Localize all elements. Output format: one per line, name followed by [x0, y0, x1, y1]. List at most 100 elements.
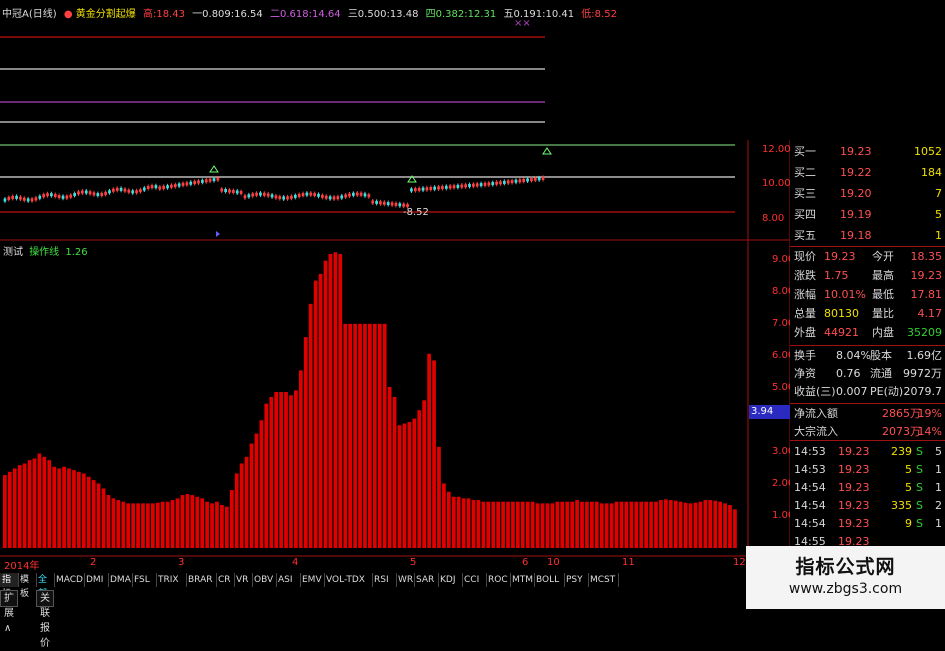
- candle-body: [278, 196, 282, 200]
- tick-row: 14:54 19.23 5 S 1: [790, 479, 945, 497]
- indicator-bar: [683, 502, 688, 548]
- candle-body: [518, 179, 522, 183]
- indicator-bar: [496, 501, 501, 548]
- fundamentals-row: 换手 8.04% 股本 1.69亿: [790, 347, 945, 365]
- indicator-tab[interactable]: ROC: [486, 573, 511, 587]
- indicator-bar: [358, 323, 362, 548]
- indicator-tab[interactable]: ASI: [276, 573, 301, 587]
- tick-price: 19.23: [838, 499, 870, 512]
- candle-body: [266, 193, 270, 197]
- candle-body: [452, 185, 456, 189]
- high-label: 高:: [142, 9, 157, 20]
- low-label: 低:: [581, 9, 595, 20]
- fundamentals-label: 股本: [870, 349, 892, 362]
- order-book-row[interactable]: 买一 19.23 1052: [790, 143, 945, 161]
- candle-body: [437, 186, 440, 190]
- indicator-bar: [402, 423, 407, 548]
- candle-body: [526, 178, 529, 182]
- indicator-bar: [417, 410, 422, 548]
- indicator-bar: [338, 254, 343, 548]
- indicator-bar: [609, 503, 614, 549]
- expand-button[interactable]: 扩展∧: [0, 590, 18, 634]
- indicator-tab[interactable]: MACD: [54, 573, 85, 587]
- indicator-tab[interactable]: BOLL: [534, 573, 565, 587]
- tick-price: 19.23: [838, 517, 870, 530]
- candle-body: [522, 178, 526, 182]
- indicator-tab[interactable]: TRIX: [156, 573, 187, 587]
- indicator-tab[interactable]: BRAR: [186, 573, 217, 587]
- indicator-bar: [131, 503, 135, 549]
- capital-flow-label: 大宗流入: [794, 425, 838, 438]
- quote-label: 涨幅: [794, 288, 816, 301]
- quote-value: 19.23: [910, 269, 943, 282]
- indicator-bar: [62, 466, 66, 548]
- indicator-bar: [308, 303, 313, 549]
- indicator-tab[interactable]: MCST: [588, 573, 619, 587]
- indicator-bar: [259, 420, 264, 548]
- candle-body: [216, 177, 220, 181]
- order-book-row[interactable]: 买三 19.20 7: [790, 185, 945, 203]
- indicator-tab[interactable]: CR: [216, 573, 235, 587]
- indicator-tab[interactable]: CCI: [462, 573, 487, 587]
- candle-body: [282, 196, 286, 200]
- indicator-bar: [649, 501, 653, 548]
- fundamentals-label: 换手: [794, 349, 816, 362]
- indicator-tab[interactable]: 模板: [18, 573, 37, 599]
- fundamentals-label: PE(动): [870, 385, 904, 398]
- indicator-tab[interactable]: DMI: [84, 573, 109, 587]
- candle-body: [69, 194, 73, 198]
- indicator-bar: [121, 501, 126, 548]
- indicator-tab[interactable]: RSI: [372, 573, 397, 587]
- indicator-tab[interactable]: DMA: [108, 573, 133, 587]
- indicator-bar: [180, 495, 185, 548]
- level-3-label: 三0.500:: [347, 9, 390, 20]
- indicator-bar: [372, 323, 377, 548]
- indicator-bar: [170, 500, 175, 548]
- candle-body: [460, 184, 464, 188]
- indicator-bar: [234, 473, 239, 548]
- indicator-tab[interactable]: EMV: [300, 573, 325, 587]
- candle-body: [92, 192, 96, 196]
- indicator-tab[interactable]: FSL: [132, 573, 157, 587]
- indicator-bar: [224, 506, 229, 548]
- quote-value: 4.17: [917, 307, 943, 320]
- indicator-bar: [185, 494, 190, 548]
- level-2-value: 14.64: [311, 9, 341, 20]
- indicator-bar: [239, 463, 244, 548]
- candle-body: [46, 193, 49, 197]
- indicator-tab[interactable]: VOL-TDX: [324, 573, 373, 587]
- candle-body: [510, 180, 514, 184]
- indicator-tab[interactable]: OBV: [252, 573, 277, 587]
- indicator-tab[interactable]: KDJ: [438, 573, 463, 587]
- indicator-bar: [294, 390, 298, 548]
- capital-flow-value: 2073万: [882, 425, 921, 438]
- candle-body: [65, 195, 69, 199]
- indicator-tab[interactable]: 指标: [0, 573, 19, 599]
- order-book-row[interactable]: 买二 19.22 184: [790, 164, 945, 182]
- indicator-bar: [303, 337, 308, 549]
- related-quotes-button[interactable]: 关联报价: [36, 590, 54, 649]
- indicator-bar: [200, 498, 205, 548]
- indicator-bar: [57, 468, 61, 548]
- cursor-marker-icon: [216, 231, 220, 237]
- indicator-tab[interactable]: MTM: [510, 573, 535, 587]
- candle-body: [142, 187, 146, 191]
- indicator-tab[interactable]: PSY: [564, 573, 589, 587]
- arrow-up-icon: [542, 147, 552, 155]
- candle-body: [11, 195, 15, 199]
- candle-body: [73, 193, 76, 197]
- indicator-tab[interactable]: VR: [234, 573, 253, 587]
- indicator-bar: [254, 433, 259, 548]
- indicator-tab[interactable]: 全部: [36, 573, 55, 599]
- indicator-bar: [614, 501, 619, 548]
- tick-row: 14:53 19.23 239 S 5: [790, 443, 945, 461]
- candle-body: [410, 188, 413, 192]
- order-book-row[interactable]: 买五 19.18 1: [790, 227, 945, 245]
- indicator-tab[interactable]: WR: [396, 573, 415, 587]
- indicator-bar: [461, 498, 466, 548]
- arrow-up-icon: [209, 165, 219, 173]
- order-book-row[interactable]: 买四 19.19 5: [790, 206, 945, 224]
- indicator-bar: [678, 501, 683, 548]
- tick-count: 1: [935, 481, 942, 494]
- indicator-tab[interactable]: SAR: [414, 573, 439, 587]
